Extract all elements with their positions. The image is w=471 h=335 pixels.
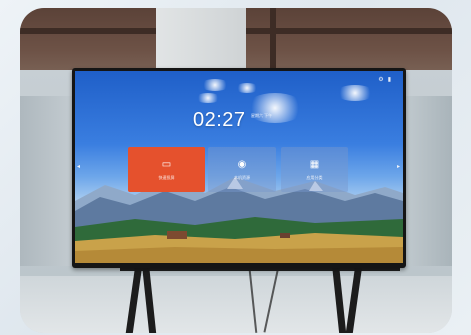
room-photo: ⚙ ▮ 02:27 星期六 下午 ◂ ▸ ▭ 快速投屏 ◉ 本机资源 ▦ 应用分…	[20, 8, 452, 333]
tile-label: 快速投屏	[158, 175, 175, 180]
clock-time: 02:27	[193, 109, 246, 131]
chevron-left-icon[interactable]: ◂	[77, 163, 80, 170]
settings-icon[interactable]: ⚙	[378, 77, 383, 83]
tile-label: 本机资源	[234, 175, 250, 180]
tile-cast-screen[interactable]: ▭ 快速投屏	[128, 147, 205, 192]
display-bezel: ⚙ ▮ 02:27 星期六 下午 ◂ ▸ ▭ 快速投屏 ◉ 本机资源 ▦ 应用分…	[72, 68, 406, 268]
tile-label: 应用分类	[306, 175, 323, 180]
date-text: 星期六 下午	[251, 113, 281, 119]
cloud	[195, 93, 221, 103]
wifi-icon: ▮	[387, 77, 391, 83]
cloud	[335, 85, 375, 101]
window-left	[20, 96, 75, 266]
record-icon: ◉	[237, 159, 247, 170]
window-right	[405, 96, 452, 266]
photo-background: ⚙ ▮ 02:27 星期六 下午 ◂ ▸ ▭ 快速投屏 ◉ 本机资源 ▦ 应用分…	[0, 0, 471, 335]
date-line: 星期六 下午	[251, 113, 273, 118]
floor	[20, 276, 452, 333]
status-bar: ⚙ ▮	[378, 77, 391, 83]
tile-app-categories[interactable]: ▦ 应用分类	[281, 147, 348, 192]
cast-screen-icon: ▭	[161, 159, 172, 170]
chevron-right-icon[interactable]: ▸	[397, 163, 400, 170]
cloud	[200, 79, 230, 91]
apps-grid-icon: ▦	[309, 159, 320, 170]
tile-local-resources[interactable]: ◉ 本机资源	[208, 147, 276, 192]
display-screen[interactable]: ⚙ ▮ 02:27 星期六 下午 ◂ ▸ ▭ 快速投屏 ◉ 本机资源 ▦ 应用分…	[75, 71, 403, 263]
cloud	[235, 83, 259, 93]
